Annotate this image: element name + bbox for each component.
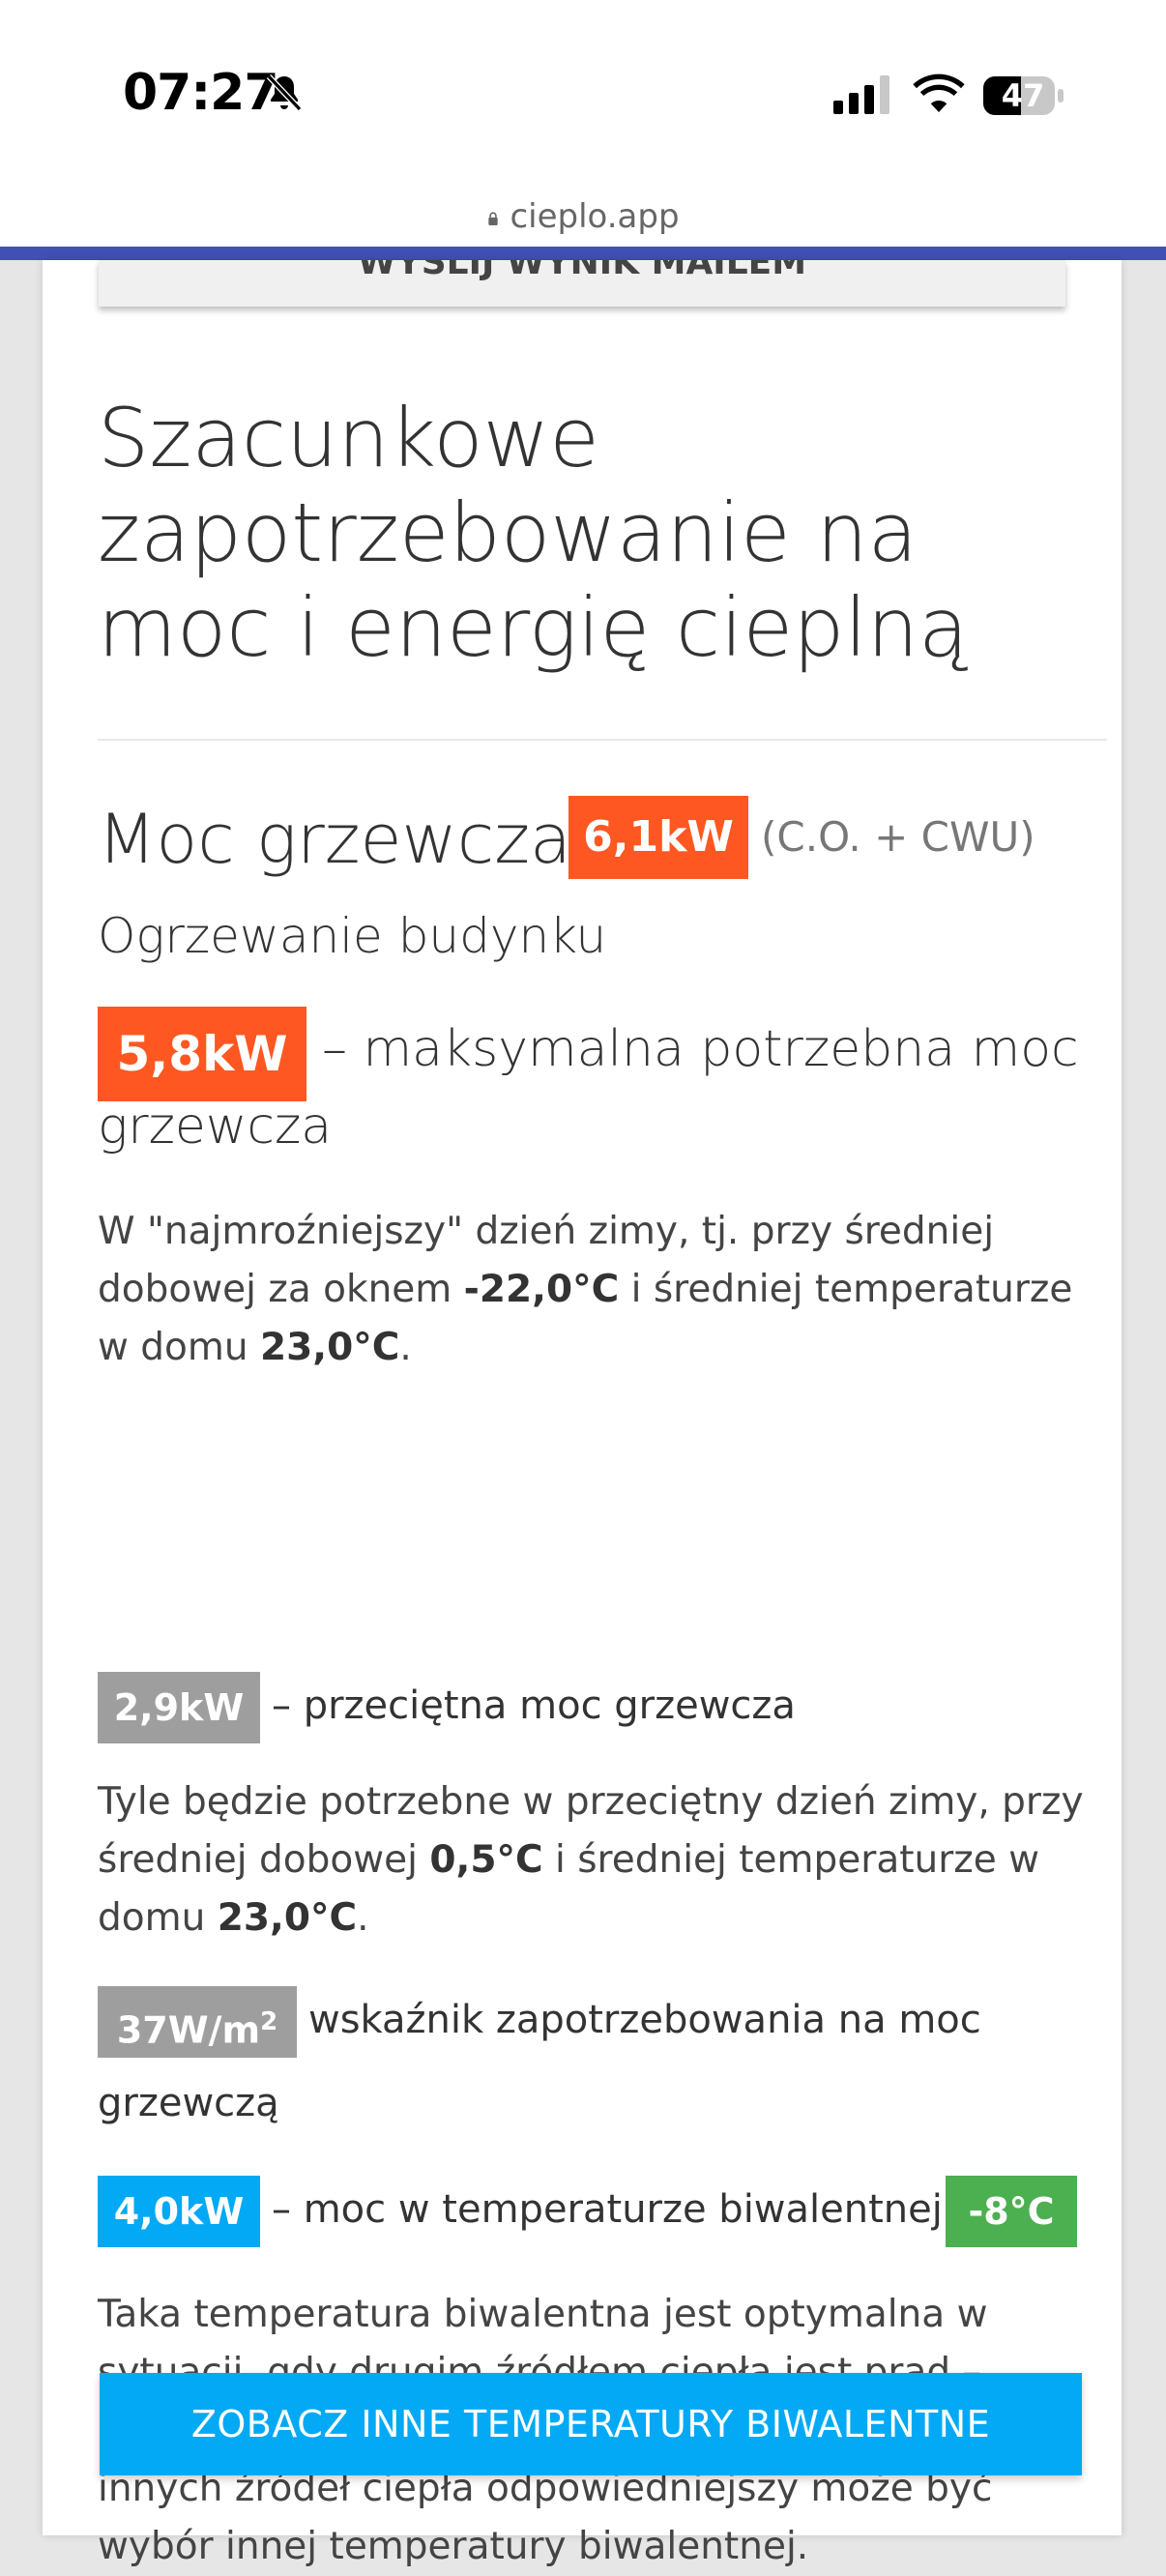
battery-level: 47 bbox=[1001, 77, 1045, 114]
see-other-bivalent-temps-button[interactable]: ZOBACZ INNE TEMPERATURY BIWALENTNE bbox=[100, 2373, 1082, 2475]
divider bbox=[98, 739, 1107, 741]
power-index-desc: wskaźnik zapotrzebowania na moc bbox=[308, 1998, 981, 2042]
send-email-button-label: WYŚLIJ WYNIK MAILEM bbox=[357, 260, 807, 282]
indoor-temp-value: 23,0°C bbox=[260, 1326, 400, 1369]
max-power-desc: – maksymalna potrzebna moc bbox=[322, 1020, 1079, 1078]
heating-power-row: Moc grzewcza: 6,1kW (C.O. + CWU) bbox=[98, 796, 1122, 896]
heating-power-label: Moc grzewcza: bbox=[98, 800, 595, 879]
avg-outdoor-temp-value: 0,5°C bbox=[429, 1838, 543, 1882]
bivalent-temp-badge: -8°C bbox=[946, 2176, 1077, 2247]
lock-icon bbox=[488, 212, 499, 225]
average-day-description: Tyle będzie potrzebne w przeciętny dzień… bbox=[98, 1780, 1084, 1940]
status-time: 07:27 bbox=[123, 64, 279, 122]
bell-slash-icon bbox=[266, 73, 303, 112]
brand-toolbar-edge bbox=[0, 247, 1166, 260]
heating-power-note: (C.O. + CWU) bbox=[761, 813, 1035, 861]
average-power-badge: 2,9kW bbox=[98, 1672, 260, 1743]
bivalent-power-row: 4,0kW – moc w temperaturze biwalentnej -… bbox=[98, 2176, 1122, 2247]
cellular-signal-icon bbox=[833, 75, 889, 114]
address-bar[interactable]: cieplo.app bbox=[0, 193, 1166, 247]
average-power-desc: – przeciętna moc grzewcza bbox=[272, 1683, 796, 1728]
results-card: WYŚLIJ WYNIK MAILEM Szacunkowe zapotrzeb… bbox=[43, 260, 1122, 2568]
page-title: Szacunkowe zapotrzebowanie na moc i ener… bbox=[98, 391, 969, 675]
avg-indoor-temp-value: 23,0°C bbox=[217, 1896, 358, 1940]
heating-power-badge: 6,1kW bbox=[568, 796, 748, 879]
coldest-day-description: W "najmroźniejszy" dzień zimy, tj. przy … bbox=[98, 1210, 1073, 1369]
power-index-desc-cont: grzewczą bbox=[98, 2081, 279, 2125]
url-text: cieplo.app bbox=[510, 197, 680, 236]
max-power-badge: 5,8kW bbox=[98, 1007, 306, 1101]
average-power-row: 2,9kW – przeciętna moc grzewcza bbox=[98, 1672, 1122, 1743]
bivalent-power-badge: 4,0kW bbox=[98, 2176, 260, 2247]
max-power-desc-cont: grzewcza bbox=[98, 1098, 333, 1156]
section-title: Ogrzewanie budynku bbox=[98, 908, 607, 964]
outdoor-temp-value: -22,0°C bbox=[463, 1268, 620, 1311]
power-index-row: 37W/m2 wskaźnik zapotrzebowania na moc g… bbox=[98, 1986, 1122, 2125]
status-bar: 07:27 47 bbox=[0, 0, 1166, 193]
power-index-badge: 37W/m2 bbox=[98, 1986, 297, 2058]
bivalent-power-desc: – moc w temperaturze biwalentnej bbox=[272, 2187, 943, 2232]
wifi-icon bbox=[913, 73, 965, 112]
send-email-button[interactable]: WYŚLIJ WYNIK MAILEM bbox=[99, 260, 1065, 307]
